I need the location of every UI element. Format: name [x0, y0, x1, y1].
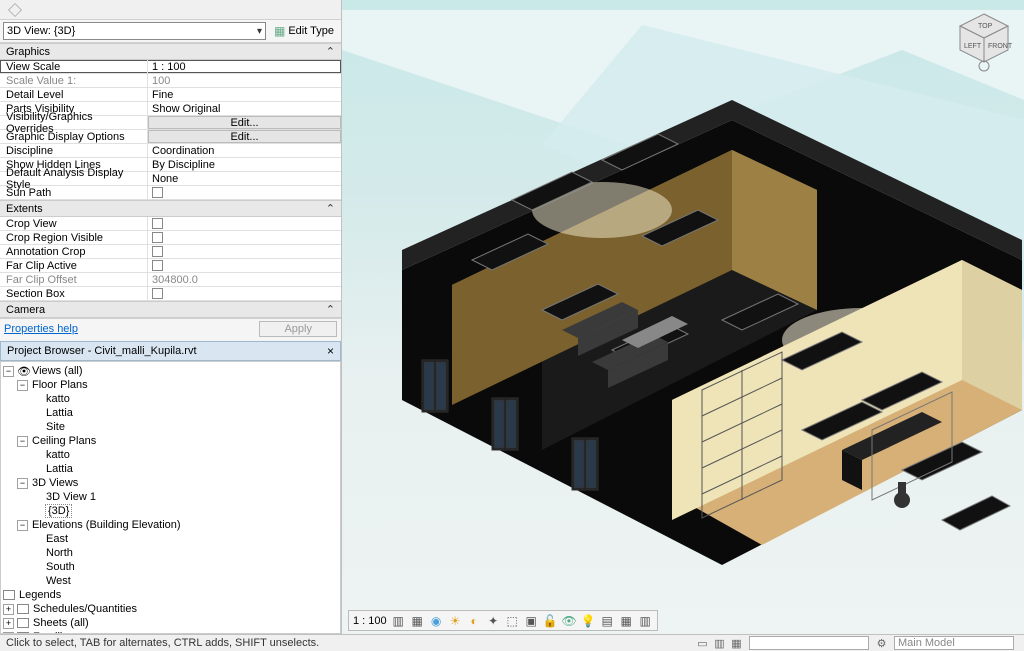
- svg-text:TOP: TOP: [978, 23, 993, 30]
- view-control-bar: 1 : 100 ▥ ▦ ◉ ☀ ◐ ✦ ⬚ ▣ 🔓 👁 💡 ▤ ▦ ▥: [348, 610, 658, 631]
- scale-list-icon[interactable]: ▥: [391, 613, 406, 628]
- collapse-icon: ⌃: [326, 303, 335, 316]
- tree-node-ceiling-plans[interactable]: −Ceiling Plans: [1, 434, 340, 448]
- prop-far-clip-offset[interactable]: Far Clip Offset 304800.0: [0, 273, 341, 287]
- shadows-icon[interactable]: ◐: [467, 613, 482, 628]
- view-scale-display[interactable]: 1 : 100: [353, 615, 387, 627]
- panel-header-stub: [0, 0, 341, 20]
- reveal-constraints-icon[interactable]: ▥: [638, 613, 653, 628]
- 3d-viewport[interactable]: TOP LEFT FRONT 1 : 100 ▥ ▦ ◉ ☀ ◐ ✦ ⬚ ▣ 🔓…: [342, 0, 1024, 634]
- editable-only-icon[interactable]: ▦: [729, 636, 744, 651]
- status-bar: Click to select, TAB for alternates, CTR…: [0, 634, 1024, 651]
- edit-type-icon: ▦: [274, 24, 285, 38]
- unlock-3d-icon[interactable]: 🔓: [543, 613, 558, 628]
- edit-type-button[interactable]: ▦ Edit Type: [270, 23, 338, 39]
- properties-footer: Properties help Apply: [0, 318, 341, 339]
- visual-style-icon[interactable]: ◉: [429, 613, 444, 628]
- project-browser-header[interactable]: Project Browser - Civit_malli_Kupila.rvt…: [0, 341, 341, 361]
- tree-node[interactable]: Lattia: [1, 462, 340, 476]
- workset-selector[interactable]: [749, 636, 869, 650]
- prop-discipline[interactable]: Discipline Coordination: [0, 144, 341, 158]
- tree-node-legends[interactable]: Legends: [1, 588, 340, 602]
- tree-node-schedules[interactable]: +Schedules/Quantities: [1, 602, 340, 616]
- tree-node-elevations[interactable]: −Elevations (Building Elevation): [1, 518, 340, 532]
- detail-level-icon[interactable]: ▦: [410, 613, 425, 628]
- tree-node-3d-views[interactable]: −3D Views: [1, 476, 340, 490]
- view-cube[interactable]: TOP LEFT FRONT: [952, 8, 1016, 72]
- edit-type-label: Edit Type: [288, 25, 334, 37]
- prop-far-clip-active[interactable]: Far Clip Active: [0, 259, 341, 273]
- tree-node[interactable]: katto: [1, 448, 340, 462]
- cube-icon: [8, 3, 22, 17]
- chevron-down-icon: ▾: [257, 26, 262, 37]
- close-icon[interactable]: ×: [327, 344, 334, 358]
- prop-annotation-crop[interactable]: Annotation Crop: [0, 245, 341, 259]
- tree-node-current-3d[interactable]: {3D}: [1, 504, 340, 518]
- tree-node-floor-plans[interactable]: −Floor Plans: [1, 378, 340, 392]
- status-hint: Click to select, TAB for alternates, CTR…: [6, 637, 319, 649]
- prop-detail-level[interactable]: Detail Level Fine: [0, 88, 341, 102]
- tree-node[interactable]: West: [1, 574, 340, 588]
- checkbox[interactable]: [152, 246, 163, 257]
- prop-section-box[interactable]: Section Box: [0, 287, 341, 301]
- prop-graphic-display[interactable]: Graphic Display Options Edit...: [0, 130, 341, 144]
- properties-and-browser-pane: 3D View: {3D} ▾ ▦ Edit Type Graphics ⌃ V…: [0, 0, 342, 634]
- prop-analysis-style[interactable]: Default Analysis Display Style None: [0, 172, 341, 186]
- view-selector-value: 3D View: {3D}: [7, 25, 75, 37]
- section-camera[interactable]: Camera ⌃: [0, 301, 341, 318]
- tree-node[interactable]: Site: [1, 420, 340, 434]
- svg-text:LEFT: LEFT: [964, 43, 982, 50]
- tree-node[interactable]: North: [1, 546, 340, 560]
- tree-node-sheets[interactable]: +Sheets (all): [1, 616, 340, 630]
- tree-node[interactable]: Lattia: [1, 406, 340, 420]
- project-browser-tree[interactable]: −👁Views (all) −Floor Plans katto Lattia …: [0, 361, 341, 634]
- section-extents[interactable]: Extents ⌃: [0, 200, 341, 217]
- show-crop-icon[interactable]: ▣: [524, 613, 539, 628]
- prop-crop-region[interactable]: Crop Region Visible: [0, 231, 341, 245]
- crop-view-icon[interactable]: ⬚: [505, 613, 520, 628]
- sun-path-icon[interactable]: ☀: [448, 613, 463, 628]
- collapse-icon: ⌃: [326, 202, 335, 215]
- prop-view-scale[interactable]: View Scale 1 : 100: [0, 60, 341, 74]
- checkbox[interactable]: [152, 218, 163, 229]
- view-type-selector[interactable]: 3D View: {3D} ▾: [3, 22, 266, 40]
- prop-scale-value[interactable]: Scale Value 1: 100: [0, 74, 341, 88]
- prop-sun-path[interactable]: Sun Path: [0, 186, 341, 200]
- checkbox[interactable]: [152, 232, 163, 243]
- select-links-icon[interactable]: ▭: [695, 636, 710, 651]
- project-browser-title: Project Browser - Civit_malli_Kupila.rvt: [7, 345, 197, 357]
- checkbox[interactable]: [152, 288, 163, 299]
- select-underlay-icon[interactable]: ▥: [712, 636, 727, 651]
- tree-node[interactable]: 3D View 1: [1, 490, 340, 504]
- rendering-dialog-icon[interactable]: ✦: [486, 613, 501, 628]
- prop-vg-overrides[interactable]: Visibility/Graphics Overrides Edit...: [0, 116, 341, 130]
- design-options-icon[interactable]: ⚙: [874, 636, 889, 651]
- worksharing-display-icon[interactable]: ▤: [600, 613, 615, 628]
- reveal-hidden-icon[interactable]: 💡: [581, 613, 596, 628]
- tree-node[interactable]: East: [1, 532, 340, 546]
- properties-help-link[interactable]: Properties help: [4, 323, 78, 335]
- tree-node[interactable]: katto: [1, 392, 340, 406]
- svg-text:FRONT: FRONT: [988, 43, 1013, 50]
- analytical-model-icon[interactable]: ▦: [619, 613, 634, 628]
- scene-render: [342, 0, 1024, 634]
- checkbox[interactable]: [152, 260, 163, 271]
- apply-button[interactable]: Apply: [259, 321, 337, 337]
- tree-node-views[interactable]: −👁Views (all): [1, 364, 340, 378]
- view-selector-row: 3D View: {3D} ▾ ▦ Edit Type: [0, 20, 341, 43]
- checkbox[interactable]: [152, 187, 163, 198]
- properties-grid: Graphics ⌃ View Scale 1 : 100 Scale Valu…: [0, 43, 341, 339]
- tree-node[interactable]: South: [1, 560, 340, 574]
- prop-crop-view[interactable]: Crop View: [0, 217, 341, 231]
- collapse-icon: ⌃: [326, 45, 335, 58]
- temp-hide-icon[interactable]: 👁: [562, 613, 577, 628]
- section-graphics[interactable]: Graphics ⌃: [0, 43, 341, 60]
- design-options-selector[interactable]: Main Model: [894, 636, 1014, 650]
